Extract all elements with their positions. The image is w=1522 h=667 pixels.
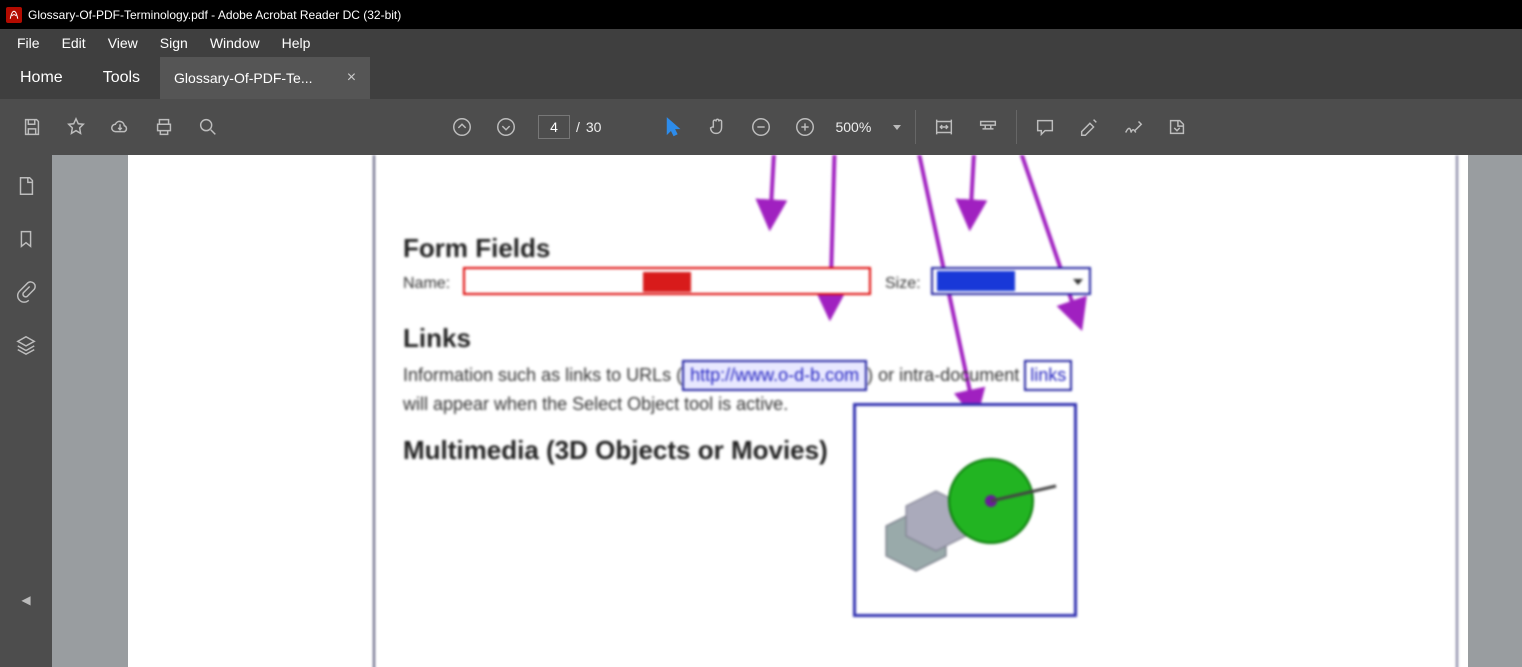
separator	[915, 110, 916, 144]
work-area: ◀ Form Fields Name: S	[0, 155, 1522, 667]
acrobat-icon	[6, 7, 22, 23]
label-size: Size:	[885, 275, 921, 293]
separator	[1016, 110, 1017, 144]
more-tools-icon[interactable]	[1155, 105, 1199, 149]
title-bar: Glossary-Of-PDF-Terminology.pdf - Adobe …	[0, 0, 1522, 29]
search-icon[interactable]	[186, 105, 230, 149]
read-mode-icon[interactable]	[966, 105, 1010, 149]
form-field-name	[463, 267, 871, 295]
tab-tools[interactable]: Tools	[83, 57, 160, 99]
navigation-pane: ◀	[0, 155, 52, 667]
comment-icon[interactable]	[1023, 105, 1067, 149]
tab-row: Home Tools Glossary-Of-PDF-Te... ×	[0, 57, 1522, 99]
page-up-icon[interactable]	[440, 105, 484, 149]
collapse-pane-icon[interactable]: ◀	[21, 593, 30, 607]
menu-help[interactable]: Help	[271, 31, 322, 55]
zoom-out-icon[interactable]	[739, 105, 783, 149]
page-down-icon[interactable]	[484, 105, 528, 149]
link-url-box: http://www.o-d-b.com	[682, 360, 867, 391]
zoom-dropdown[interactable]: 500%	[835, 119, 901, 135]
document-canvas[interactable]: Form Fields Name: Size: Links Informatio…	[52, 155, 1522, 667]
menu-edit[interactable]: Edit	[51, 31, 97, 55]
highlight-icon[interactable]	[1067, 105, 1111, 149]
tab-document-label: Glossary-Of-PDF-Te...	[174, 70, 312, 86]
menu-window[interactable]: Window	[199, 31, 271, 55]
bookmark-icon[interactable]	[15, 228, 37, 255]
print-icon[interactable]	[142, 105, 186, 149]
chevron-down-icon	[893, 125, 901, 130]
page-number-group: / 30	[538, 115, 601, 139]
page-sep: /	[576, 119, 580, 135]
menu-file[interactable]: File	[6, 31, 51, 55]
heading-form-fields: Form Fields	[403, 233, 550, 264]
attachment-icon[interactable]	[15, 281, 37, 308]
zoom-value: 500%	[835, 119, 881, 135]
cloud-icon[interactable]	[98, 105, 142, 149]
hand-tool-icon[interactable]	[695, 105, 739, 149]
sign-icon[interactable]	[1111, 105, 1155, 149]
menu-sign[interactable]: Sign	[149, 31, 199, 55]
heading-multimedia: Multimedia (3D Objects or Movies)	[403, 435, 828, 466]
tab-document[interactable]: Glossary-Of-PDF-Te... ×	[160, 57, 370, 99]
menu-bar: File Edit View Sign Window Help	[0, 29, 1522, 57]
label-name: Name:	[403, 275, 450, 293]
heading-links: Links	[403, 323, 471, 354]
multimedia-box	[853, 403, 1077, 617]
layers-icon[interactable]	[15, 334, 37, 361]
toolbar: / 30 500%	[0, 99, 1522, 155]
save-icon[interactable]	[10, 105, 54, 149]
tab-close-button[interactable]: ×	[337, 69, 356, 87]
zoom-in-icon[interactable]	[783, 105, 827, 149]
pdf-page: Form Fields Name: Size: Links Informatio…	[128, 155, 1468, 667]
page-number-input[interactable]	[538, 115, 570, 139]
links-text-pre: Information such as links to URLs (	[403, 365, 682, 385]
link-intra-box: links	[1024, 360, 1072, 391]
fit-width-icon[interactable]	[922, 105, 966, 149]
tab-home[interactable]: Home	[0, 57, 83, 99]
thumbnails-icon[interactable]	[15, 175, 37, 202]
star-icon[interactable]	[54, 105, 98, 149]
links-text-mid: ) or intra-document	[867, 365, 1024, 385]
select-tool-icon[interactable]	[651, 105, 695, 149]
form-field-size	[931, 267, 1091, 295]
menu-view[interactable]: View	[97, 31, 149, 55]
page-total: 30	[586, 119, 602, 135]
links-text-post: will appear when the Select Object tool …	[403, 394, 788, 414]
window-title: Glossary-Of-PDF-Terminology.pdf - Adobe …	[28, 8, 401, 22]
